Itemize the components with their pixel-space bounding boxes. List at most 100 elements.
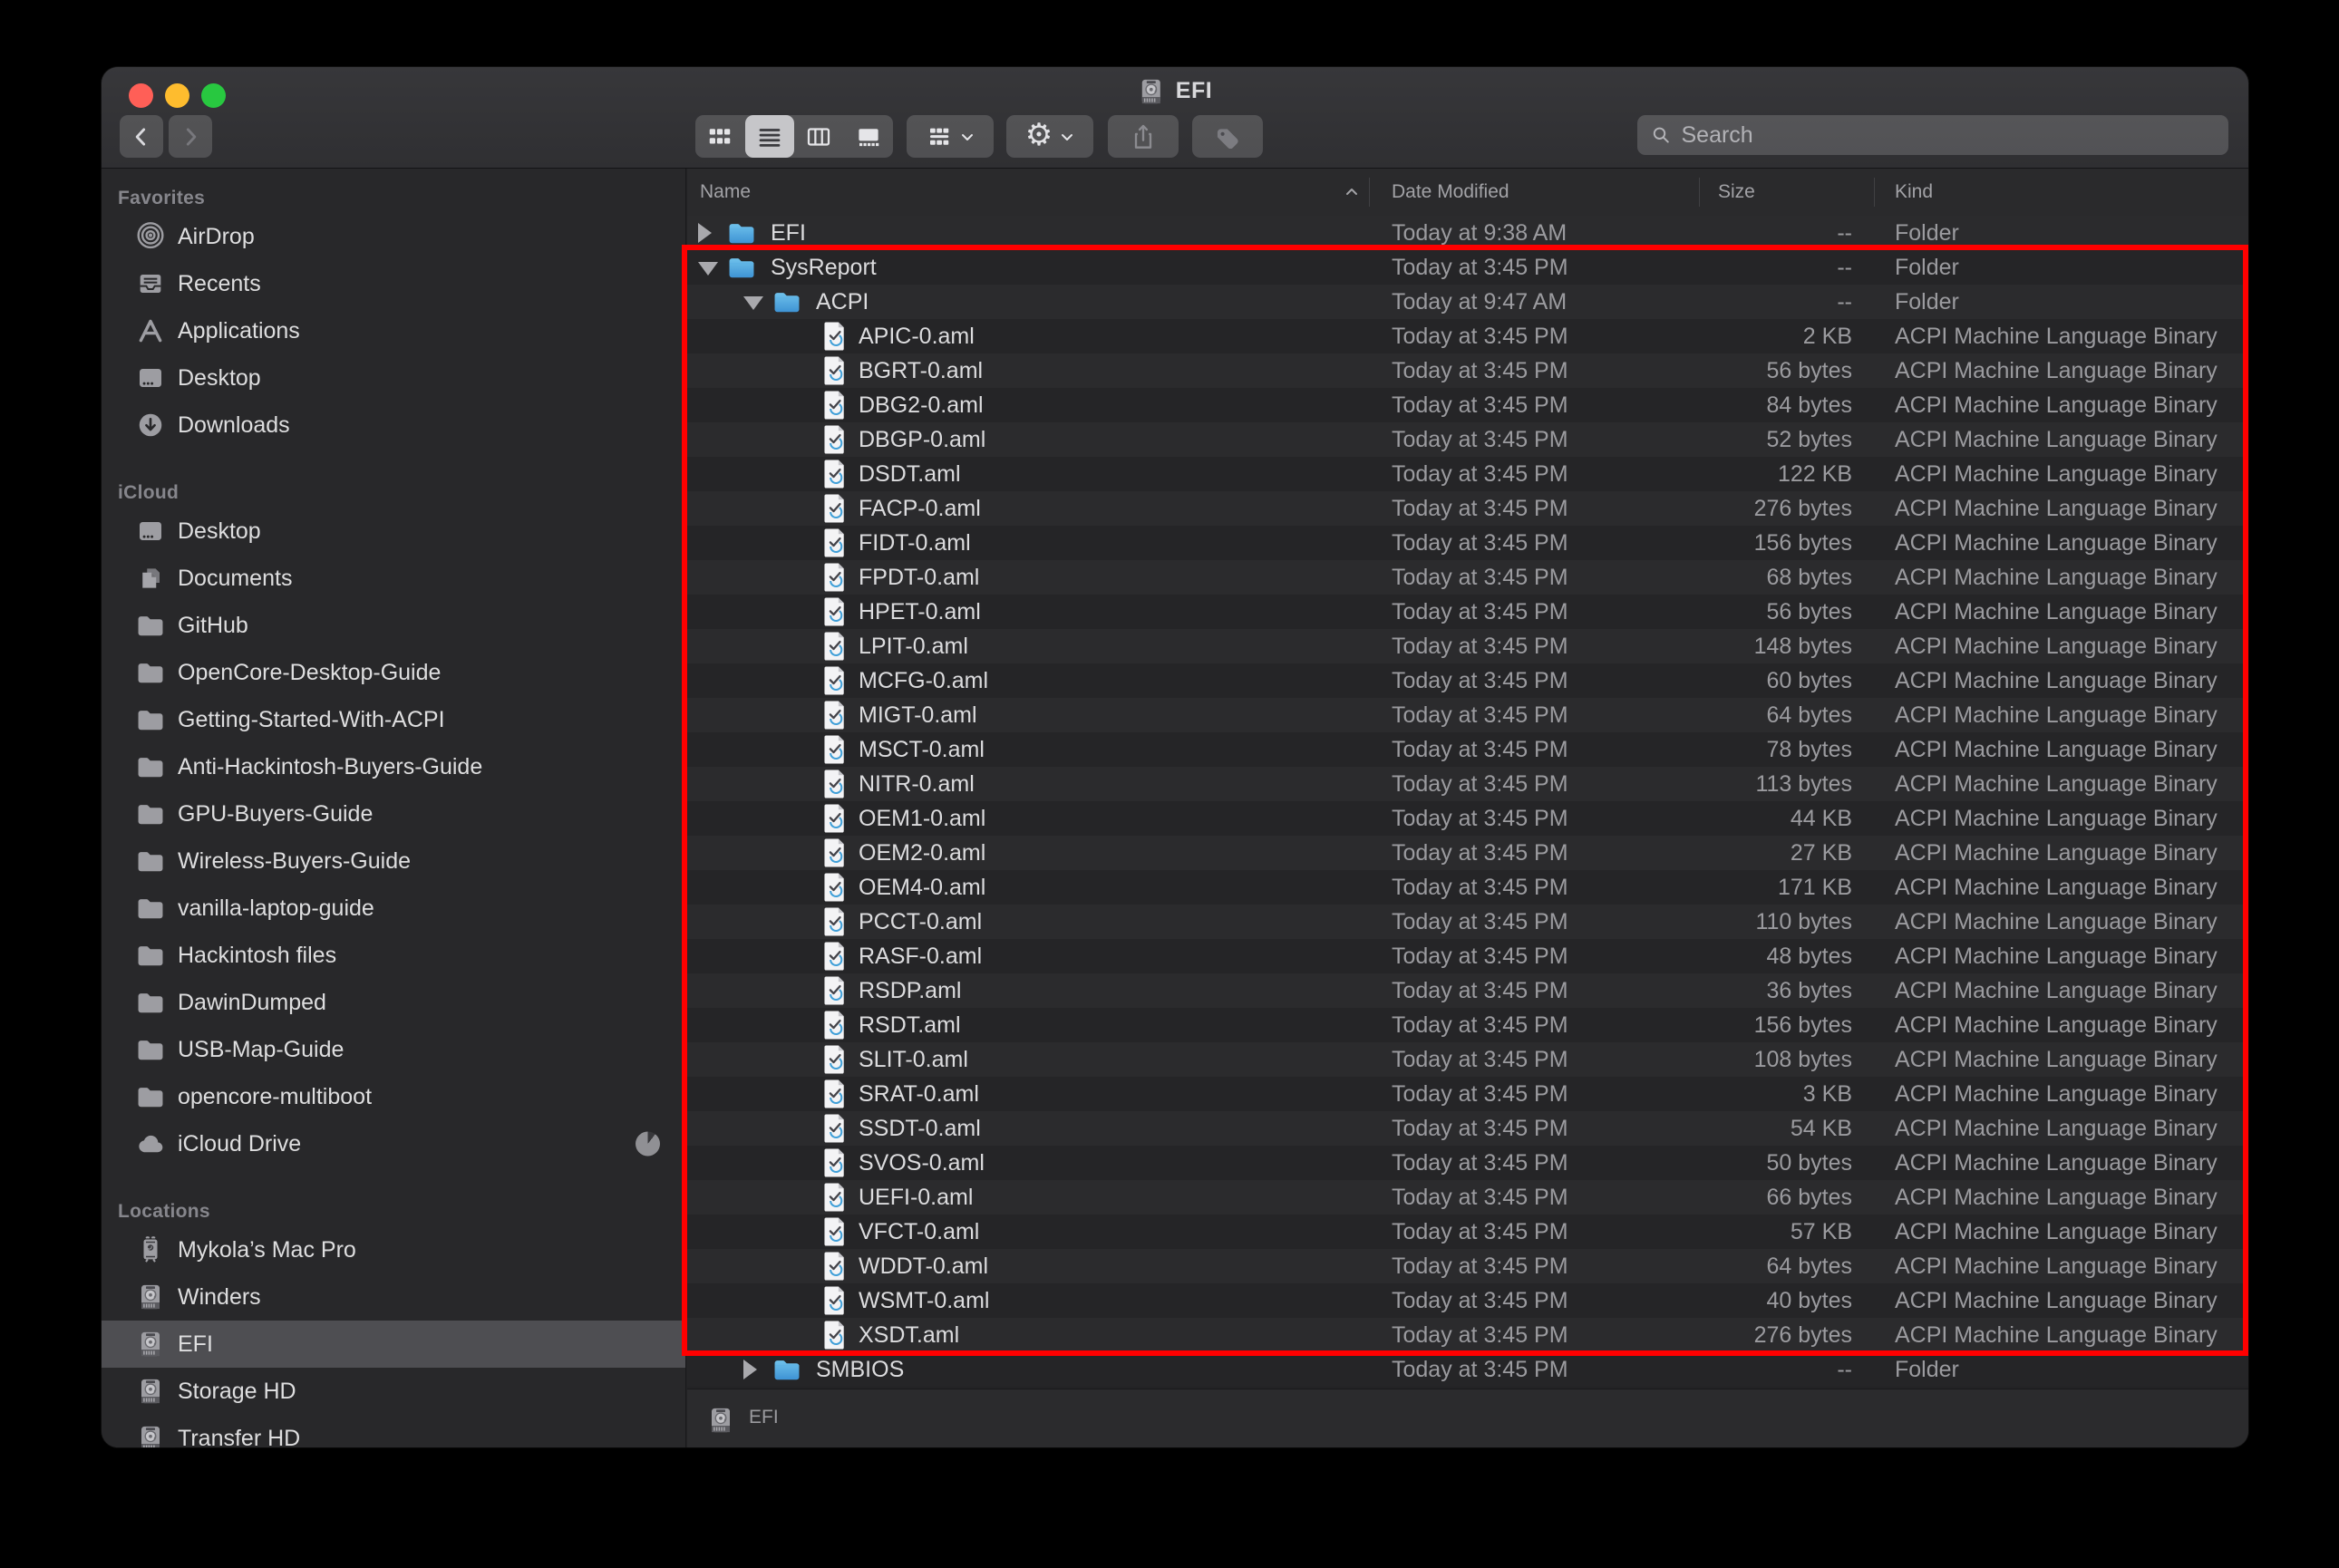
folder-row-sysreport[interactable]: SysReport Today at 3:45 PM -- Folder	[687, 250, 2248, 285]
disclosure-triangle-icon[interactable]	[743, 1360, 757, 1379]
minimize-button[interactable]	[165, 83, 189, 108]
file-row-dbgp-0-aml[interactable]: DBGP-0.aml Today at 3:45 PM 52 bytes ACP…	[687, 422, 2248, 457]
list-view-button[interactable]	[744, 115, 794, 158]
sidebar-item-recents[interactable]: Recents	[102, 260, 685, 307]
column-header-date[interactable]: Date Modified	[1392, 169, 1509, 216]
file-name: FIDT-0.aml	[859, 530, 971, 556]
file-row-fidt-0-aml[interactable]: FIDT-0.aml Today at 3:45 PM 156 bytes AC…	[687, 526, 2248, 560]
column-divider[interactable]	[1699, 178, 1700, 207]
folder-row-efi[interactable]: EFI Today at 9:38 AM -- Folder	[687, 216, 2248, 250]
sidebar-item-desktop[interactable]: Desktop	[102, 508, 685, 555]
file-row-dsdt-aml[interactable]: DSDT.aml Today at 3:45 PM 122 KB ACPI Ma…	[687, 457, 2248, 491]
sidebar-item-documents[interactable]: Documents	[102, 555, 685, 602]
sidebar-item-getting-started-with-acpi[interactable]: Getting-Started-With-ACPI	[102, 696, 685, 743]
folder-row-smbios[interactable]: SMBIOS Today at 3:45 PM -- Folder	[687, 1352, 2248, 1387]
file-row-srat-0-aml[interactable]: SRAT-0.aml Today at 3:45 PM 3 KB ACPI Ma…	[687, 1077, 2248, 1111]
aml-document-icon	[819, 803, 851, 834]
disclosure-triangle-icon[interactable]	[698, 262, 718, 276]
file-row-rasf-0-aml[interactable]: RASF-0.aml Today at 3:45 PM 48 bytes ACP…	[687, 939, 2248, 973]
action-button[interactable]: ⚙	[1006, 115, 1093, 158]
sidebar-item-desktop[interactable]: Desktop	[102, 354, 685, 402]
file-row-vfct-0-aml[interactable]: VFCT-0.aml Today at 3:45 PM 57 KB ACPI M…	[687, 1215, 2248, 1249]
sidebar-item-airdrop[interactable]: AirDrop	[102, 213, 685, 260]
sidebar-item-label: USB-Map-Guide	[178, 1037, 345, 1062]
column-header-name[interactable]: Name	[700, 169, 751, 216]
file-row-dbg2-0-aml[interactable]: DBG2-0.aml Today at 3:45 PM 84 bytes ACP…	[687, 388, 2248, 422]
file-row-slit-0-aml[interactable]: SLIT-0.aml Today at 3:45 PM 108 bytes AC…	[687, 1042, 2248, 1077]
file-row-rsdt-aml[interactable]: RSDT.aml Today at 3:45 PM 156 bytes ACPI…	[687, 1008, 2248, 1042]
share-button[interactable]	[1108, 115, 1179, 158]
file-row-uefi-0-aml[interactable]: UEFI-0.aml Today at 3:45 PM 66 bytes ACP…	[687, 1180, 2248, 1215]
desktop-icon	[134, 515, 167, 547]
column-divider[interactable]	[1874, 178, 1875, 207]
file-size: 156 bytes	[1753, 1012, 1852, 1038]
file-row-msct-0-aml[interactable]: MSCT-0.aml Today at 3:45 PM 78 bytes ACP…	[687, 732, 2248, 767]
disclosure-triangle-icon[interactable]	[698, 223, 712, 243]
folder-row-acpi[interactable]: ACPI Today at 9:47 AM -- Folder	[687, 285, 2248, 319]
zoom-button[interactable]	[201, 83, 226, 108]
search-field[interactable]	[1637, 115, 2228, 155]
sidebar-item-gpu-buyers-guide[interactable]: GPU-Buyers-Guide	[102, 790, 685, 837]
file-row-migt-0-aml[interactable]: MIGT-0.aml Today at 3:45 PM 64 bytes ACP…	[687, 698, 2248, 732]
file-row-oem1-0-aml[interactable]: OEM1-0.aml Today at 3:45 PM 44 KB ACPI M…	[687, 801, 2248, 836]
sidebar-item-applications[interactable]: Applications	[102, 307, 685, 354]
sidebar-item-winders[interactable]: Winders	[102, 1273, 685, 1321]
sidebar-item-label: Transfer HD	[178, 1426, 301, 1447]
file-row-oem4-0-aml[interactable]: OEM4-0.aml Today at 3:45 PM 171 KB ACPI …	[687, 870, 2248, 905]
sidebar-item-icloud-drive[interactable]: iCloud Drive	[102, 1120, 685, 1167]
column-header-size[interactable]: Size	[1718, 169, 1755, 216]
sidebar-item-usb-map-guide[interactable]: USB-Map-Guide	[102, 1026, 685, 1073]
share-icon	[1134, 124, 1152, 149]
sidebar-item-transfer-hd[interactable]: Transfer HD	[102, 1415, 685, 1447]
sidebar-item-mykola-s-mac-pro[interactable]: Mykola’s Mac Pro	[102, 1226, 685, 1273]
folder-icon	[771, 286, 803, 317]
file-row-hpet-0-aml[interactable]: HPET-0.aml Today at 3:45 PM 56 bytes ACP…	[687, 595, 2248, 629]
file-row-lpit-0-aml[interactable]: LPIT-0.aml Today at 3:45 PM 148 bytes AC…	[687, 629, 2248, 663]
icon-view-button[interactable]	[695, 115, 745, 158]
file-row-xsdt-aml[interactable]: XSDT.aml Today at 3:45 PM 276 bytes ACPI…	[687, 1318, 2248, 1352]
macpro-icon	[134, 1234, 167, 1266]
column-view-button[interactable]	[794, 115, 844, 158]
file-kind: ACPI Machine Language Binary	[1895, 1150, 2218, 1176]
disclosure-triangle-icon[interactable]	[743, 296, 763, 310]
sidebar-item-opencore-desktop-guide[interactable]: OpenCore-Desktop-Guide	[102, 649, 685, 696]
file-size: 2 KB	[1802, 324, 1852, 349]
search-input[interactable]	[1679, 121, 2216, 150]
file-row-apic-0-aml[interactable]: APIC-0.aml Today at 3:45 PM 2 KB ACPI Ma…	[687, 319, 2248, 353]
sidebar-item-anti-hackintosh-buyers-guide[interactable]: Anti-Hackintosh-Buyers-Guide	[102, 743, 685, 790]
sidebar-item-dawindumped[interactable]: DawinDumped	[102, 979, 685, 1026]
column-header-kind[interactable]: Kind	[1895, 169, 1933, 216]
file-size: 52 bytes	[1766, 427, 1852, 452]
forward-button[interactable]	[169, 115, 212, 158]
file-row-wsmt-0-aml[interactable]: WSMT-0.aml Today at 3:45 PM 40 bytes ACP…	[687, 1283, 2248, 1318]
file-row-mcfg-0-aml[interactable]: MCFG-0.aml Today at 3:45 PM 60 bytes ACP…	[687, 663, 2248, 698]
file-size: --	[1837, 1357, 1852, 1382]
sidebar-item-wireless-buyers-guide[interactable]: Wireless-Buyers-Guide	[102, 837, 685, 885]
sidebar-item-github[interactable]: GitHub	[102, 602, 685, 649]
file-row-svos-0-aml[interactable]: SVOS-0.aml Today at 3:45 PM 50 bytes ACP…	[687, 1146, 2248, 1180]
finder-window: EFI ⚙ Search Favorites AirDrop Recents A…	[102, 67, 2248, 1447]
back-button[interactable]	[120, 115, 163, 158]
file-kind: ACPI Machine Language Binary	[1895, 530, 2218, 556]
sidebar-item-storage-hd[interactable]: Storage HD	[102, 1368, 685, 1415]
sidebar-item-efi[interactable]: EFI	[102, 1321, 685, 1368]
sidebar-item-opencore-multiboot[interactable]: opencore-multiboot	[102, 1073, 685, 1120]
file-row-nitr-0-aml[interactable]: NITR-0.aml Today at 3:45 PM 113 bytes AC…	[687, 767, 2248, 801]
file-row-wddt-0-aml[interactable]: WDDT-0.aml Today at 3:45 PM 64 bytes ACP…	[687, 1249, 2248, 1283]
file-row-ssdt-0-aml[interactable]: SSDT-0.aml Today at 3:45 PM 54 KB ACPI M…	[687, 1111, 2248, 1146]
file-row-fpdt-0-aml[interactable]: FPDT-0.aml Today at 3:45 PM 68 bytes ACP…	[687, 560, 2248, 595]
tag-button[interactable]	[1192, 115, 1263, 158]
file-row-oem2-0-aml[interactable]: OEM2-0.aml Today at 3:45 PM 27 KB ACPI M…	[687, 836, 2248, 870]
file-row-pcct-0-aml[interactable]: PCCT-0.aml Today at 3:45 PM 110 bytes AC…	[687, 905, 2248, 939]
sidebar-item-vanilla-laptop-guide[interactable]: vanilla-laptop-guide	[102, 885, 685, 932]
file-row-bgrt-0-aml[interactable]: BGRT-0.aml Today at 3:45 PM 56 bytes ACP…	[687, 353, 2248, 388]
file-row-facp-0-aml[interactable]: FACP-0.aml Today at 3:45 PM 276 bytes AC…	[687, 491, 2248, 526]
gallery-view-button[interactable]	[844, 115, 894, 158]
column-divider[interactable]	[1369, 178, 1370, 207]
group-button[interactable]	[907, 115, 994, 158]
file-row-rsdp-aml[interactable]: RSDP.aml Today at 3:45 PM 36 bytes ACPI …	[687, 973, 2248, 1008]
sidebar-item-downloads[interactable]: Downloads	[102, 402, 685, 449]
close-button[interactable]	[129, 83, 153, 108]
column-header-row: Name Date Modified Size Kind	[687, 169, 2248, 217]
sidebar-item-hackintosh-files[interactable]: Hackintosh files	[102, 932, 685, 979]
